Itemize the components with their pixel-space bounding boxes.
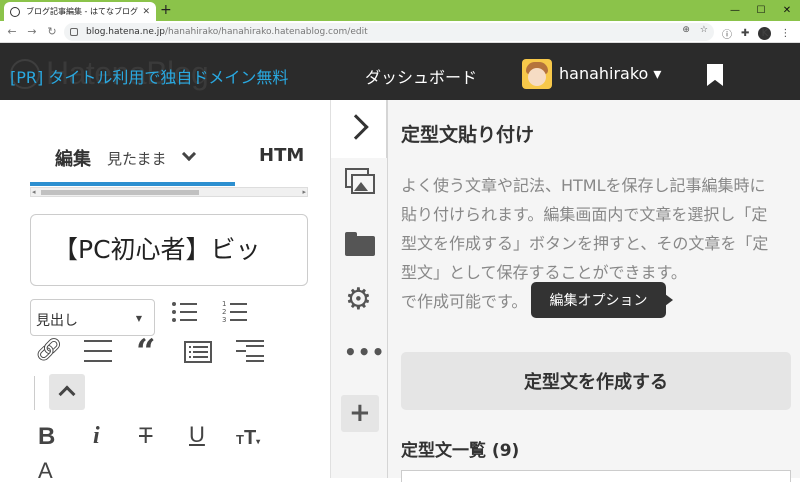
new-tab-button[interactable]: + — [160, 2, 172, 19]
folder-icon[interactable] — [345, 231, 375, 259]
horizontal-rule-icon[interactable] — [84, 340, 112, 362]
lock-icon — [70, 28, 78, 36]
browser-tab-strip: ブログ記事編集 - はてなブログ ✕ + — ☐ ✕ — [0, 0, 800, 21]
active-tab-underline — [30, 182, 235, 186]
link-icon[interactable]: 🔗︎ — [35, 338, 63, 363]
address-bar[interactable]: blog.hatena.ne.jp/hanahirako/hanahirako.… — [64, 23, 714, 41]
url-text: blog.hatena.ne.jp/hanahirako/hanahirako.… — [86, 27, 368, 37]
dashboard-link[interactable]: ダッシュボード — [365, 64, 477, 88]
strikethrough-button[interactable]: T — [139, 423, 152, 449]
profile-avatar[interactable]: K — [758, 27, 772, 40]
side-tool-column: ⚙ ••• + — [330, 100, 388, 478]
user-avatar[interactable] — [522, 59, 552, 89]
horizontal-scrollbar[interactable]: ◂ ▸ — [30, 187, 308, 197]
browser-tab[interactable]: ブログ記事編集 - はてなブログ ✕ — [4, 2, 156, 21]
add-button[interactable]: + — [341, 395, 379, 432]
heading-select-value: 見出し — [36, 313, 78, 329]
tab-edit[interactable]: 編集 — [55, 145, 91, 171]
heading-select[interactable]: 見出し ▼ — [30, 299, 155, 336]
snippet-search-field[interactable] — [401, 470, 791, 482]
forward-icon[interactable]: → — [24, 25, 40, 38]
gear-icon[interactable]: ⚙ — [345, 282, 375, 317]
browser-toolbar: ← → ↻ blog.hatena.ne.jp/hanahirako/hanah… — [0, 21, 800, 43]
editor-pane: 編集 見たまま HTM ◂ ▸ 【PC初心者】ビッ 見出し ▼ 1 2 3 🔗︎… — [0, 100, 330, 483]
chevron-down-icon[interactable] — [181, 146, 197, 162]
reload-icon[interactable]: ↻ — [44, 25, 60, 38]
font-size-button[interactable]: TT▾ — [236, 427, 260, 450]
tooltip: 編集オプション — [531, 282, 673, 318]
title-input[interactable]: 【PC初心者】ビッ — [30, 214, 308, 286]
bookmark-star-icon[interactable]: ☆ — [700, 25, 708, 35]
scroll-left-icon[interactable]: ◂ — [32, 188, 36, 196]
menu-dots-icon[interactable]: ⋮ — [780, 28, 790, 39]
create-snippet-button[interactable]: 定型文を作成する — [401, 352, 791, 410]
collapse-toolbar-button[interactable] — [49, 374, 85, 410]
hatena-header: HatenaBlog [PR] タイトル利用で独自ドメイン無料 ダッシュボード … — [0, 43, 800, 100]
numbered-list-icon[interactable]: 1 2 3 — [222, 300, 248, 324]
close-panel-button[interactable] — [331, 100, 388, 158]
info-icon[interactable]: ⓘ — [722, 26, 732, 41]
panel-title: 定型文貼り付け — [401, 124, 535, 146]
scrollbar-thumb[interactable] — [41, 190, 199, 195]
chevron-up-icon — [58, 385, 76, 403]
bold-button[interactable]: B — [38, 423, 55, 451]
scroll-right-icon[interactable]: ▸ — [302, 188, 306, 196]
toolbar-divider — [34, 376, 35, 410]
window-controls: — ☐ ✕ — [722, 0, 800, 21]
more-icon[interactable]: ••• — [344, 340, 384, 368]
italic-button[interactable]: i — [93, 423, 100, 450]
select-caret-icon: ▼ — [135, 314, 142, 323]
chevron-right-icon — [343, 114, 369, 140]
editor-mode-tabs: 編集 見たまま HTM — [0, 145, 330, 170]
close-window-icon[interactable]: ✕ — [774, 0, 800, 21]
tab-html[interactable]: HTM — [259, 145, 304, 166]
close-tab-icon[interactable]: ✕ — [142, 7, 150, 17]
extension-icons: ⓘ ✚ K ⋮ — [722, 26, 790, 41]
bookmark-icon[interactable] — [707, 64, 723, 86]
text-color-button[interactable]: A — [38, 458, 53, 484]
back-icon[interactable]: ← — [4, 25, 20, 38]
table-icon[interactable] — [184, 341, 212, 363]
avatar-face — [528, 68, 546, 86]
editor-mode-select[interactable]: 見たまま — [107, 148, 167, 169]
maximize-icon[interactable]: ☐ — [748, 0, 774, 21]
tab-title: ブログ記事編集 - はてなブログ — [26, 7, 138, 16]
pr-link[interactable]: [PR] タイトル利用で独自ドメイン無料 — [10, 64, 288, 88]
underline-button[interactable]: U — [189, 422, 205, 448]
puzzle-icon[interactable]: ✚ — [741, 28, 749, 39]
omnibox-icons: ⊕ ☆ — [682, 25, 708, 35]
quote-icon[interactable]: “ — [136, 332, 156, 372]
snippet-list-heading: 定型文一覧 (9) — [401, 441, 520, 461]
table-of-contents-icon[interactable] — [236, 340, 264, 362]
image-icon[interactable] — [345, 168, 375, 196]
minimize-icon[interactable]: — — [722, 0, 748, 21]
hatena-favicon-icon — [10, 6, 20, 17]
plus-icon: + — [349, 398, 371, 428]
username-menu[interactable]: hanahirako ▾ — [559, 64, 661, 83]
bullet-list-icon[interactable] — [172, 302, 198, 322]
zoom-icon[interactable]: ⊕ — [682, 25, 690, 35]
